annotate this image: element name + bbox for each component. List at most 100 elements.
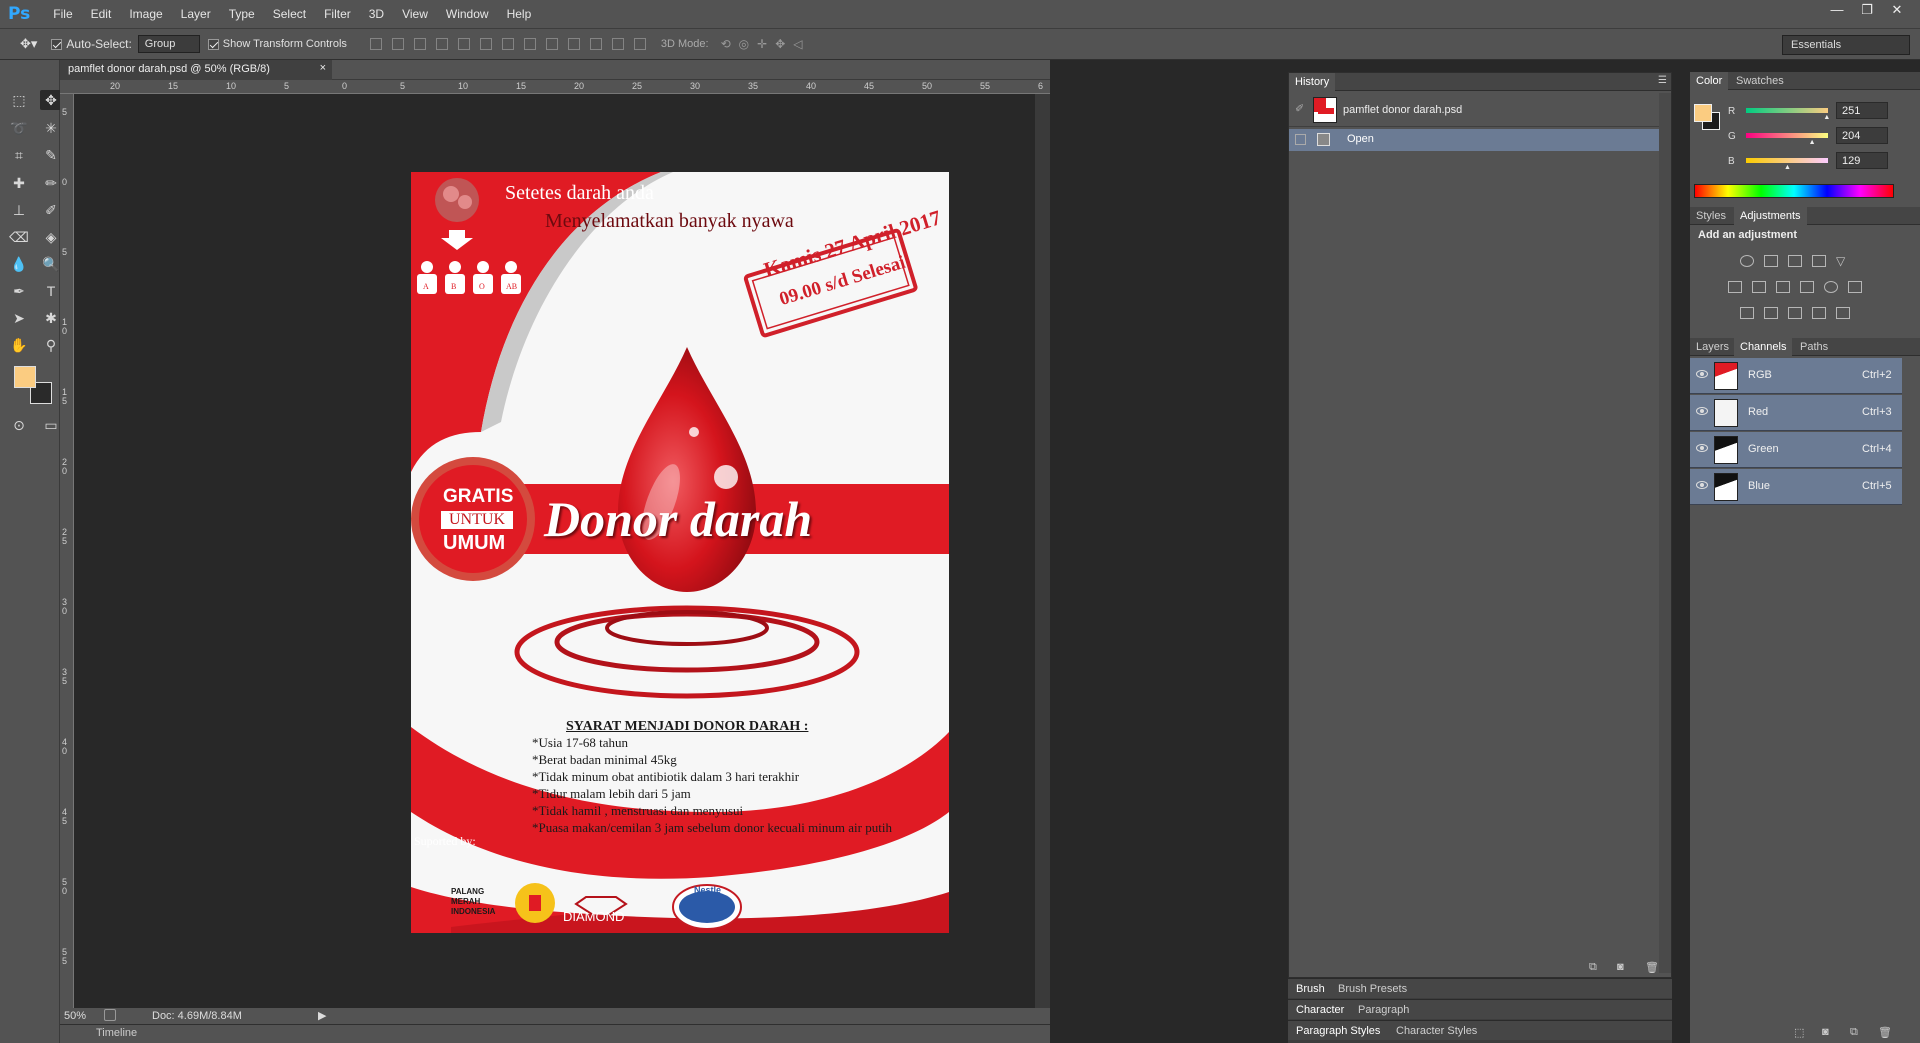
magic-wand-tool-icon[interactable]: ✳: [40, 118, 62, 138]
3d-slide-icon[interactable]: ✥: [775, 37, 785, 51]
visibility-eye-icon[interactable]: [1696, 407, 1708, 415]
channel-row-blue[interactable]: Blue Ctrl+5: [1690, 469, 1902, 505]
history-panel-menu-icon[interactable]: ☰: [1658, 75, 1667, 86]
menu-type[interactable]: Type: [220, 7, 264, 21]
dodge-tool-icon[interactable]: 🔍: [40, 254, 62, 274]
hand-tool-icon[interactable]: ✋: [8, 335, 30, 355]
black-white-icon[interactable]: [1776, 281, 1790, 293]
shape-tool-icon[interactable]: ✱: [40, 308, 62, 328]
channel-row-red[interactable]: Red Ctrl+3: [1690, 395, 1902, 431]
gradient-map-icon[interactable]: [1836, 307, 1850, 319]
auto-select-checkbox[interactable]: [51, 38, 63, 50]
zoom-level[interactable]: 50%: [64, 1010, 86, 1022]
align-bottom-icon[interactable]: [413, 38, 426, 50]
menu-edit[interactable]: Edit: [82, 7, 121, 21]
auto-select-dropdown[interactable]: Group: [137, 35, 200, 53]
visibility-eye-icon[interactable]: [1696, 444, 1708, 452]
menu-select[interactable]: Select: [264, 7, 315, 21]
selective-color-icon[interactable]: [1812, 307, 1826, 319]
tab-styles[interactable]: Styles: [1690, 207, 1732, 225]
color-b-slider[interactable]: [1746, 158, 1828, 163]
color-b-value[interactable]: 129: [1836, 152, 1888, 169]
color-g-slider[interactable]: [1746, 133, 1828, 138]
vibrance-icon[interactable]: ▽: [1836, 255, 1850, 267]
status-info-icon[interactable]: [104, 1009, 116, 1021]
distribute-top-icon[interactable]: [501, 38, 514, 50]
tab-paragraph[interactable]: Paragraph: [1358, 1004, 1409, 1016]
snapshot-brush-icon[interactable]: ✐: [1295, 102, 1304, 115]
delete-channel-icon[interactable]: 🗑: [1878, 1026, 1892, 1039]
distribute-bottom-icon[interactable]: [545, 38, 558, 50]
menu-view[interactable]: View: [393, 7, 437, 21]
lasso-tool-icon[interactable]: ➰: [8, 118, 30, 138]
menu-image[interactable]: Image: [120, 7, 171, 21]
threshold-icon[interactable]: [1788, 307, 1802, 319]
3d-roll-icon[interactable]: ◎: [739, 37, 749, 51]
posterize-icon[interactable]: [1764, 307, 1778, 319]
quick-mask-icon[interactable]: ⊙: [8, 415, 30, 435]
menu-file[interactable]: File: [44, 7, 81, 21]
tab-history[interactable]: History: [1289, 73, 1336, 91]
blur-tool-icon[interactable]: 💧: [8, 254, 30, 274]
close-tab-icon[interactable]: ×: [320, 62, 326, 74]
auto-align-icon[interactable]: [633, 38, 646, 50]
distribute-hcenter-icon[interactable]: [589, 38, 602, 50]
visibility-eye-icon[interactable]: [1696, 370, 1708, 378]
channel-row-green[interactable]: Green Ctrl+4: [1690, 432, 1902, 468]
color-r-slider[interactable]: [1746, 108, 1828, 113]
hue-saturation-icon[interactable]: [1728, 281, 1742, 293]
new-document-from-state-icon[interactable]: ⧉: [1589, 961, 1597, 974]
save-selection-channel-icon[interactable]: ◙: [1822, 1026, 1829, 1038]
menu-layer[interactable]: Layer: [172, 7, 220, 21]
document-tab[interactable]: pamflet donor darah.psd @ 50% (RGB/8) ×: [60, 60, 332, 80]
history-brush-tool-icon[interactable]: ✐: [40, 200, 62, 220]
paint-bucket-tool-icon[interactable]: ◈: [40, 227, 62, 247]
color-balance-icon[interactable]: [1752, 281, 1766, 293]
menu-help[interactable]: Help: [498, 7, 541, 21]
photo-filter-icon[interactable]: [1800, 281, 1814, 293]
pen-tool-icon[interactable]: ✒: [8, 281, 30, 301]
color-g-value[interactable]: 204: [1836, 127, 1888, 144]
align-top-icon[interactable]: [369, 38, 382, 50]
eyedropper-tool-icon[interactable]: ✎: [40, 145, 62, 165]
color-fg-swatch[interactable]: [1694, 104, 1712, 122]
history-state-checkbox[interactable]: [1295, 134, 1306, 145]
channel-mixer-icon[interactable]: [1824, 281, 1838, 293]
workspace-dropdown[interactable]: Essentials: [1782, 35, 1910, 55]
tab-character-styles[interactable]: Character Styles: [1396, 1025, 1477, 1037]
eraser-tool-icon[interactable]: ⌫: [8, 227, 30, 247]
color-spectrum[interactable]: [1694, 184, 1894, 198]
align-right-icon[interactable]: [479, 38, 492, 50]
brush-tool-icon[interactable]: ✏: [40, 173, 62, 193]
foreground-color-swatch[interactable]: [14, 366, 36, 388]
crop-tool-icon[interactable]: ⌗: [8, 145, 30, 165]
vertical-scrollbar[interactable]: [1035, 94, 1050, 1008]
healing-brush-tool-icon[interactable]: ✚: [8, 173, 30, 193]
tab-adjustments[interactable]: Adjustments: [1734, 207, 1807, 225]
restore-button[interactable]: ❐: [1852, 0, 1882, 22]
brightness-contrast-icon[interactable]: [1740, 255, 1754, 267]
new-snapshot-icon[interactable]: ◙: [1617, 961, 1624, 973]
channel-row-rgb[interactable]: RGB Ctrl+2: [1690, 358, 1902, 394]
history-scrollbar[interactable]: [1659, 93, 1671, 973]
color-b-thumb[interactable]: ▲: [1784, 164, 1791, 171]
align-left-icon[interactable]: [435, 38, 448, 50]
invert-icon[interactable]: [1740, 307, 1754, 319]
history-snapshot-row[interactable]: ✐ pamflet donor darah.psd: [1289, 93, 1671, 127]
levels-icon[interactable]: [1764, 255, 1778, 267]
tab-brush-presets[interactable]: Brush Presets: [1338, 983, 1407, 995]
tab-channels[interactable]: Channels: [1734, 338, 1793, 356]
move-tool-preset-icon[interactable]: ✥▾: [20, 36, 37, 52]
tab-brush[interactable]: Brush: [1296, 983, 1325, 995]
new-channel-icon[interactable]: ⧉: [1850, 1026, 1858, 1039]
menu-3d[interactable]: 3D: [360, 7, 393, 21]
tab-layers[interactable]: Layers: [1690, 338, 1735, 356]
exposure-icon[interactable]: [1812, 255, 1826, 267]
delete-state-icon[interactable]: 🗑: [1645, 961, 1659, 974]
distribute-left-icon[interactable]: [567, 38, 580, 50]
menu-window[interactable]: Window: [437, 7, 498, 21]
load-channel-selection-icon[interactable]: ⬚: [1794, 1026, 1804, 1039]
color-r-value[interactable]: 251: [1836, 102, 1888, 119]
close-button[interactable]: ✕: [1882, 0, 1912, 22]
history-item-open[interactable]: Open: [1289, 129, 1661, 151]
